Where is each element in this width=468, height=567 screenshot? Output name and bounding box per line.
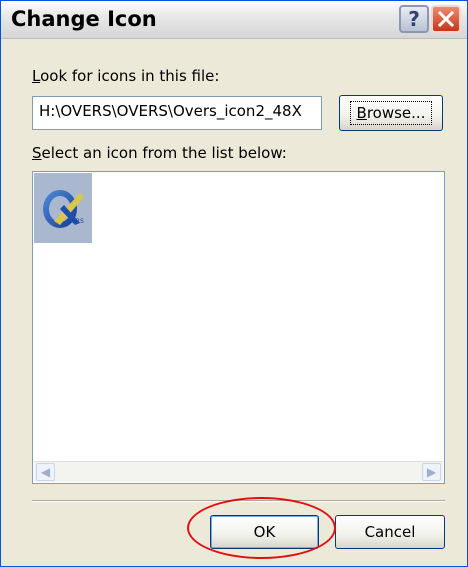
- dialog-title: Change Icon: [11, 7, 157, 31]
- change-icon-dialog: Change Icon ? Look for icons in this fil…: [0, 0, 468, 567]
- icon-file-path-input[interactable]: H:\OVERS\OVERS\Overs_icon2_48X: [32, 96, 322, 130]
- title-bar[interactable]: Change Icon ?: [1, 1, 467, 39]
- close-icon: [437, 10, 455, 28]
- icon-list-item-selected[interactable]: ERS: [34, 173, 92, 243]
- scroll-left-arrow-icon[interactable]: ◀: [36, 463, 55, 481]
- overs-app-icon: ERS: [43, 190, 84, 228]
- close-button[interactable]: [431, 5, 461, 33]
- question-mark-icon: ?: [408, 7, 420, 31]
- browse-label-text: rowse...: [366, 104, 426, 122]
- horizontal-scrollbar[interactable]: ◀ ▶: [34, 461, 443, 482]
- browse-button[interactable]: Browse...: [339, 95, 443, 131]
- look-for-icons-label: Look for icons in this file:: [32, 67, 219, 85]
- dialog-separator: [32, 500, 445, 502]
- look-for-mnemonic: L: [32, 67, 41, 85]
- help-button[interactable]: ?: [399, 5, 429, 33]
- select-mnemonic: S: [32, 144, 42, 162]
- icon-listbox[interactable]: ERS ◀ ▶: [32, 171, 445, 484]
- browse-button-label: Browse...: [349, 101, 433, 125]
- browse-mnemonic: B: [356, 104, 367, 122]
- select-label-text: elect an icon from the list below:: [41, 144, 287, 162]
- ok-button[interactable]: OK: [210, 515, 319, 549]
- svg-text:ERS: ERS: [72, 218, 84, 225]
- cancel-button[interactable]: Cancel: [335, 515, 445, 549]
- look-for-label-text: ook for icons in this file:: [40, 67, 220, 85]
- scroll-right-arrow-icon[interactable]: ▶: [422, 463, 441, 481]
- select-icon-label: Select an icon from the list below:: [32, 144, 287, 162]
